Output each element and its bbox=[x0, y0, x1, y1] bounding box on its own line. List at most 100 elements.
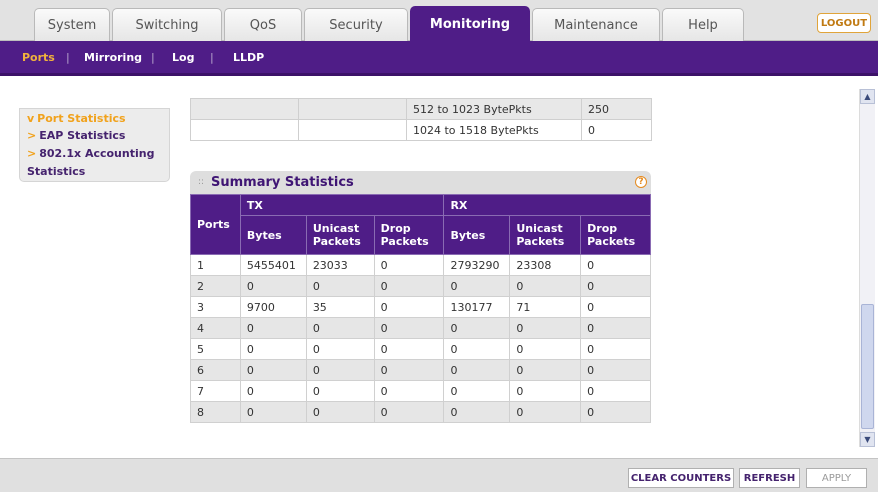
help-icon[interactable]: ? bbox=[635, 176, 647, 188]
chevron-up-icon[interactable]: ▲ bbox=[860, 89, 875, 104]
cell-rx-unicast: 0 bbox=[509, 401, 582, 423]
empty-cell bbox=[190, 98, 299, 120]
cell-port: 8 bbox=[190, 401, 241, 423]
cell-tx-unicast: 35 bbox=[305, 296, 375, 318]
cell-tx-unicast: 0 bbox=[305, 401, 375, 423]
cell-port: 5 bbox=[190, 338, 241, 360]
cell-tx-drop: 0 bbox=[373, 317, 445, 339]
cell-port: 6 bbox=[190, 359, 241, 381]
col-header-ports: Ports bbox=[190, 194, 241, 255]
menu-item-8021x-accounting[interactable]: >802.1x Accounting bbox=[27, 147, 154, 160]
arrow-marker-icon: > bbox=[27, 129, 37, 142]
arrow-marker-icon: > bbox=[27, 147, 37, 160]
subnav-separator: | bbox=[210, 51, 214, 64]
cell-rx-bytes: 0 bbox=[443, 401, 511, 423]
cell-rx-drop: 0 bbox=[580, 296, 651, 318]
cell-rx-drop: 0 bbox=[580, 338, 651, 360]
empty-cell bbox=[298, 98, 407, 120]
cell-tx-unicast: 23033 bbox=[305, 254, 375, 276]
tab-system[interactable]: System bbox=[34, 8, 110, 41]
tab-monitoring[interactable]: Monitoring bbox=[410, 6, 530, 41]
cell-tx-drop: 0 bbox=[373, 338, 445, 360]
cell-tx-bytes: 0 bbox=[239, 401, 307, 423]
table-row: 1024 to 1518 BytePkts 0 bbox=[190, 119, 652, 141]
table-cell: 250 bbox=[581, 98, 652, 120]
summary-statistics-table: Ports TX RX Bytes Unicast Packets Drop P… bbox=[190, 194, 651, 423]
table-row: 3 9700 35 0 130177 71 0 bbox=[190, 296, 651, 318]
empty-cell bbox=[298, 119, 407, 141]
table-header-row: Ports TX RX bbox=[190, 194, 651, 255]
cell-tx-unicast: 0 bbox=[305, 317, 375, 339]
cell-rx-unicast: 0 bbox=[509, 338, 582, 360]
table-row: 5000000 bbox=[190, 338, 651, 360]
logout-button[interactable]: LOGOUT bbox=[817, 13, 871, 33]
cell-rx-drop: 0 bbox=[580, 275, 651, 297]
tab-help[interactable]: Help bbox=[662, 8, 744, 41]
cell-rx-bytes: 0 bbox=[443, 359, 511, 381]
bottom-action-bar: CLEAR COUNTERS REFRESH APPLY bbox=[0, 458, 878, 492]
table-row: 8000000 bbox=[190, 401, 651, 423]
cell-tx-drop: 0 bbox=[373, 401, 445, 423]
cell-rx-bytes: 0 bbox=[443, 338, 511, 360]
cell-rx-drop: 0 bbox=[580, 401, 651, 423]
subnav-lldp[interactable]: LLDP bbox=[233, 51, 264, 64]
cell-tx-drop: 0 bbox=[373, 359, 445, 381]
cell-rx-drop: 0 bbox=[580, 380, 651, 402]
menu-item-port-statistics[interactable]: v Port Statistics bbox=[27, 112, 126, 125]
summary-statistics-body: 1 5455401 23033 0 2793290 23308 0 2000000 3 970… bbox=[190, 254, 651, 423]
cell-tx-unicast: 0 bbox=[305, 275, 375, 297]
cell-port: 3 bbox=[190, 296, 241, 318]
scrollbar-thumb[interactable] bbox=[861, 304, 874, 429]
subnav-separator: | bbox=[66, 51, 70, 64]
menu-item-label: EAP Statistics bbox=[39, 129, 126, 142]
cell-tx-drop: 0 bbox=[373, 275, 445, 297]
col-header-rx-unicast: Unicast Packets bbox=[509, 215, 582, 255]
subnav-ports[interactable]: Ports bbox=[22, 51, 55, 64]
table-row: 1 5455401 23033 0 2793290 23308 0 bbox=[190, 254, 651, 276]
apply-button[interactable]: APPLY bbox=[806, 468, 867, 488]
cell-tx-drop: 0 bbox=[373, 254, 445, 276]
cell-rx-unicast: 0 bbox=[509, 275, 582, 297]
tab-qos[interactable]: QoS bbox=[224, 8, 302, 41]
drag-grip-icon: :: bbox=[198, 177, 205, 187]
table-cell: 1024 to 1518 BytePkts bbox=[406, 119, 582, 141]
cell-tx-unicast: 0 bbox=[305, 359, 375, 381]
cell-rx-unicast: 0 bbox=[509, 359, 582, 381]
subnav-separator: | bbox=[151, 51, 155, 64]
summary-statistics-panel: :: Summary Statistics ? Ports TX RX Byte… bbox=[190, 171, 651, 442]
tab-maintenance[interactable]: Maintenance bbox=[532, 8, 660, 41]
table-cell: 0 bbox=[581, 119, 652, 141]
cell-tx-bytes: 0 bbox=[239, 317, 307, 339]
menu-item-8021x-accounting-statistics[interactable]: Statistics bbox=[27, 165, 85, 178]
tab-switching[interactable]: Switching bbox=[112, 8, 222, 41]
subnav-mirroring[interactable]: Mirroring bbox=[84, 51, 142, 64]
cell-port: 2 bbox=[190, 275, 241, 297]
menu-item-eap-statistics[interactable]: > EAP Statistics bbox=[27, 129, 125, 142]
expanded-marker-icon: v bbox=[27, 112, 35, 125]
cell-tx-bytes: 0 bbox=[239, 380, 307, 402]
cell-rx-bytes: 0 bbox=[443, 317, 511, 339]
col-header-tx-unicast: Unicast Packets bbox=[305, 215, 375, 255]
panel-title: Summary Statistics bbox=[211, 175, 354, 190]
byte-distribution-table: 512 to 1023 BytePkts 250 1024 to 1518 By… bbox=[190, 98, 652, 141]
col-header-tx-drop: Drop Packets bbox=[373, 215, 445, 255]
cell-rx-drop: 0 bbox=[580, 254, 651, 276]
cell-tx-bytes: 9700 bbox=[239, 296, 307, 318]
cell-rx-drop: 0 bbox=[580, 317, 651, 339]
cell-tx-bytes: 0 bbox=[239, 275, 307, 297]
sub-navigation: Ports | Mirroring | Log | LLDP bbox=[0, 41, 878, 76]
panel-header: :: Summary Statistics ? bbox=[190, 171, 651, 194]
cell-rx-bytes: 0 bbox=[443, 380, 511, 402]
cell-tx-drop: 0 bbox=[373, 380, 445, 402]
vertical-scrollbar[interactable]: ▲ ▼ bbox=[859, 89, 875, 447]
table-row: 2000000 bbox=[190, 275, 651, 297]
tab-security[interactable]: Security bbox=[304, 8, 408, 41]
subnav-log[interactable]: Log bbox=[172, 51, 194, 64]
clear-counters-button[interactable]: CLEAR COUNTERS bbox=[628, 468, 734, 488]
table-row: 7000000 bbox=[190, 380, 651, 402]
cell-rx-bytes: 2793290 bbox=[443, 254, 511, 276]
chevron-down-icon[interactable]: ▼ bbox=[860, 432, 875, 447]
refresh-button[interactable]: REFRESH bbox=[739, 468, 800, 488]
app-window: System Switching QoS Security Monitoring… bbox=[0, 0, 878, 492]
cell-tx-bytes: 0 bbox=[239, 338, 307, 360]
